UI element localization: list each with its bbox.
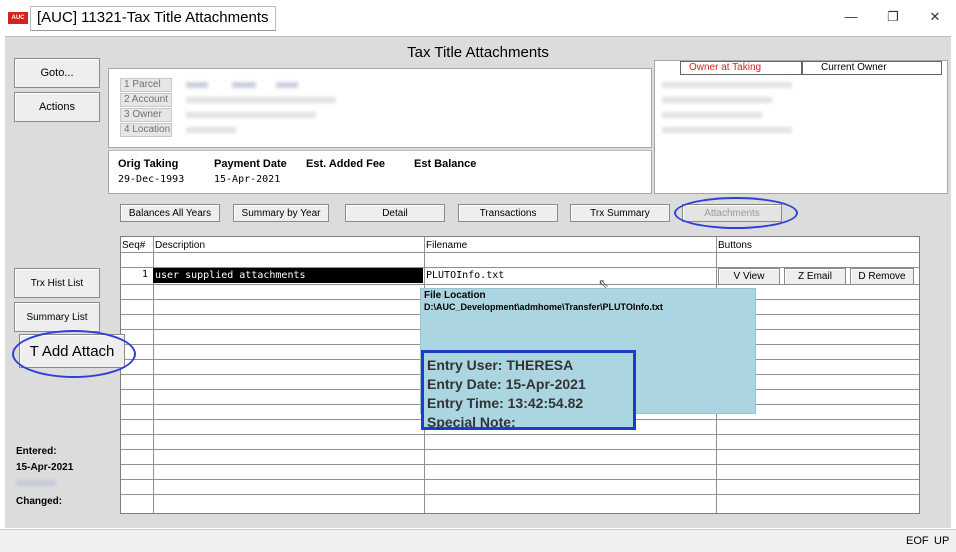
column-header-buttons: Buttons	[718, 240, 752, 251]
close-icon[interactable]: ✕	[919, 6, 951, 28]
restore-icon[interactable]: ❐	[877, 6, 909, 28]
description-field[interactable]: user supplied attachments	[153, 268, 423, 283]
redacted-value	[186, 127, 236, 133]
actions-button[interactable]: Actions	[14, 92, 100, 122]
eof-indicator: EOF	[906, 535, 929, 547]
tab-trx-summary[interactable]: Trx Summary	[570, 204, 670, 222]
column-header-seq: Seq#	[122, 240, 146, 251]
highlight-oval	[12, 330, 136, 378]
tab-detail[interactable]: Detail	[345, 204, 445, 222]
payment-date-value: 15-Apr-2021	[214, 174, 281, 185]
tab-summary-by-year[interactable]: Summary by Year	[233, 204, 329, 222]
entry-time: Entry Time: 13:42:54.82	[427, 395, 584, 411]
est-balance-header: Est Balance	[414, 158, 477, 170]
entry-date: Entry Date: 15-Apr-2021	[427, 376, 586, 392]
redacted-value	[16, 480, 56, 486]
tooltip-title: File Location	[424, 290, 486, 301]
redacted-value	[662, 127, 792, 133]
redacted-value	[662, 97, 772, 103]
account-label[interactable]: 2 Account	[120, 93, 172, 107]
owner-label[interactable]: 3 Owner	[120, 108, 172, 122]
redacted-value	[232, 82, 256, 88]
window-titlebar: AUC [AUC] 11321-Tax Title Attachments — …	[0, 0, 956, 35]
redacted-value	[186, 112, 316, 118]
window-title: [AUC] 11321-Tax Title Attachments	[30, 6, 276, 31]
tab-transactions[interactable]: Transactions	[458, 204, 558, 222]
est-added-fee-header: Est. Added Fee	[306, 158, 386, 170]
entry-user: Entry User: THERESA	[427, 357, 574, 373]
summary-list-button[interactable]: Summary List	[14, 302, 100, 332]
parcel-label[interactable]: 1 Parcel	[120, 78, 172, 92]
summary-panel	[108, 150, 652, 194]
payment-date-header: Payment Date	[214, 158, 287, 170]
row-seq: 1	[142, 269, 149, 280]
column-header-description: Description	[155, 240, 206, 251]
app-logo-icon: AUC	[8, 12, 28, 24]
entered-date: 15-Apr-2021	[16, 462, 74, 473]
changed-label: Changed:	[16, 496, 63, 507]
tab-balances-all-years[interactable]: Balances All Years	[120, 204, 220, 222]
remove-button[interactable]: D Remove	[850, 268, 914, 285]
redacted-value	[276, 82, 298, 88]
entered-label: Entered:	[16, 446, 57, 457]
trx-hist-list-button[interactable]: Trx Hist List	[14, 268, 100, 298]
tooltip-path: D:\AUC_Development\admhome\Transfer\PLUT…	[424, 302, 663, 312]
parcel-info-panel	[108, 68, 652, 148]
email-button[interactable]: Z Email	[784, 268, 846, 285]
orig-taking-value: 29-Dec-1993	[118, 174, 185, 185]
up-indicator: UP	[934, 535, 950, 547]
page-title: Tax Title Attachments	[407, 44, 549, 61]
goto-button[interactable]: Goto...	[14, 58, 100, 88]
highlight-oval	[674, 197, 798, 229]
location-label[interactable]: 4 Location	[120, 123, 172, 137]
column-header-filename: Filename	[426, 240, 468, 251]
redacted-value	[186, 82, 208, 88]
special-note: Special Note:	[427, 414, 516, 430]
entry-info-box: Entry User: THERESA Entry Date: 15-Apr-2…	[421, 350, 636, 430]
current-owner-tab[interactable]: Current Owner	[802, 61, 942, 75]
redacted-value	[186, 97, 336, 103]
status-bar	[0, 529, 956, 552]
minimize-icon[interactable]: —	[835, 6, 867, 28]
view-button[interactable]: V View	[718, 268, 780, 285]
redacted-value	[662, 82, 792, 88]
redacted-value	[662, 112, 762, 118]
owner-at-taking-tab[interactable]: Owner at Taking	[680, 61, 802, 75]
filename-cell[interactable]: PLUTOInfo.txt	[426, 268, 504, 283]
orig-taking-header: Orig Taking	[118, 158, 179, 170]
